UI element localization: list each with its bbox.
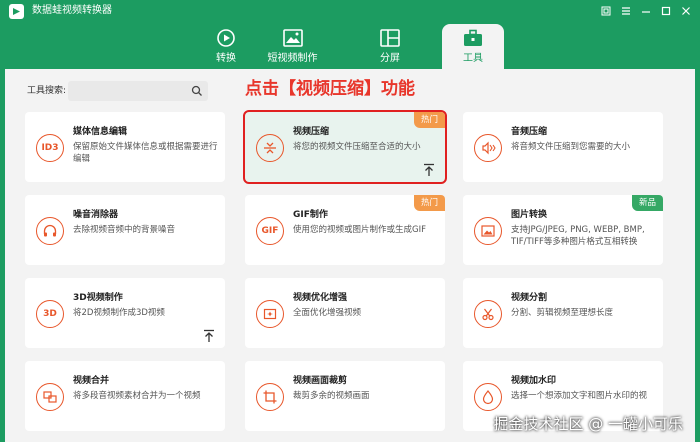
tool-title: 视频分割 [511, 293, 548, 303]
audio-compress-icon [474, 134, 502, 162]
convert-icon [215, 28, 237, 48]
compress-icon [256, 134, 284, 162]
tool-card-video-compress[interactable]: 视频压缩 将您的视频文件压缩至合适的大小 热门 [243, 110, 447, 184]
tool-desc: 将多段音视频素材合并为一个视频 [73, 391, 201, 401]
tool-desc: 保留原始文件媒体信息或根据需要进行编辑 [73, 142, 218, 164]
main-tabs: 转换 短视频制作 分屏 工具 [0, 24, 700, 69]
close-icon[interactable] [678, 3, 694, 19]
tool-desc: 支持JPG/JPEG, PNG, WEBP, BMP, TIF/TIFF等多种图… [511, 225, 645, 247]
tab-toolbox[interactable]: 工具 [442, 24, 504, 69]
tool-desc: 选择一个想添加文字和图片水印的视 [511, 391, 648, 401]
search-label: 工具搜索: [27, 86, 67, 96]
pin-to-top-icon[interactable] [203, 329, 215, 343]
search-box [68, 81, 208, 101]
new-badge: 新品 [631, 195, 663, 211]
tool-card-image-convert[interactable]: 图片转换 支持JPG/JPEG, PNG, WEBP, BMP, TIF/TIF… [463, 195, 663, 265]
tool-card-media-info[interactable]: ID3 媒体信息编辑 保留原始文件媒体信息或根据需要进行编辑 [25, 112, 225, 182]
toolbox-icon [462, 28, 484, 48]
id3-icon: ID3 [36, 134, 64, 162]
tool-title: 噪音消除器 [73, 210, 119, 220]
tool-card-video-crop[interactable]: 视频画面裁剪 裁剪多余的视频画面 [245, 361, 445, 431]
tab-convert[interactable]: 转换 [200, 24, 252, 69]
hot-badge: 热门 [413, 112, 445, 128]
split-screen-icon [379, 28, 401, 48]
tool-card-audio-compress[interactable]: 音频压缩 将音频文件压缩到您需要的大小 [463, 112, 663, 182]
tab-short-video[interactable]: 短视频制作 [255, 24, 330, 69]
search-input[interactable] [72, 83, 182, 99]
title-bar: 数据蛙视频转换器 [0, 0, 700, 22]
tool-card-video-enhance[interactable]: 视频优化增强 全面优化增强视频 [245, 278, 445, 348]
site-watermark: 掘金技术社区 @ 一罐小可乐 [493, 415, 683, 433]
maximize-icon[interactable] [658, 3, 674, 19]
tool-title: 视频画面裁剪 [293, 376, 348, 386]
app-title: 数据蛙视频转换器 [32, 5, 112, 16]
watermark-icon [474, 383, 502, 411]
tool-desc: 将音频文件压缩到您需要的大小 [511, 142, 631, 152]
tool-card-video-split[interactable]: 视频分割 分割、剪辑视频至理想长度 [463, 278, 663, 348]
tool-title: 视频加水印 [511, 376, 557, 386]
image-convert-icon [474, 217, 502, 245]
search-icon[interactable] [191, 85, 203, 97]
minimize-icon[interactable] [638, 3, 654, 19]
tool-title: 视频合并 [73, 376, 110, 386]
short-video-icon [282, 28, 304, 48]
tool-card-gif-maker[interactable]: GIF GIF制作 使用您的视频或图片制作或生成GIF 热门 [245, 195, 445, 265]
headphones-icon [36, 217, 64, 245]
hot-badge: 热门 [413, 195, 445, 211]
tool-card-3d-video[interactable]: 3D 3D视频制作 将2D视频制作成3D视频 [25, 278, 225, 348]
menu-icon[interactable] [618, 3, 634, 19]
tool-desc: 将2D视频制作成3D视频 [73, 308, 165, 318]
tool-title: 视频压缩 [293, 127, 330, 137]
tool-desc: 使用您的视频或图片制作或生成GIF [293, 225, 426, 235]
tool-desc: 裁剪多余的视频画面 [293, 391, 370, 401]
tool-title: GIF制作 [293, 210, 328, 220]
tool-desc: 去除视频音频中的背景噪音 [73, 225, 176, 235]
merge-icon [36, 383, 64, 411]
gif-icon: GIF [256, 217, 284, 245]
crop-icon [256, 383, 284, 411]
tool-title: 3D视频制作 [73, 293, 123, 303]
tool-card-video-merge[interactable]: 视频合并 将多段音视频素材合并为一个视频 [25, 361, 225, 431]
tool-title: 音频压缩 [511, 127, 548, 137]
tools-panel: 工具搜索: 点击【视频压缩】功能 ID3 媒体信息编辑 保留原始文件媒体信息或根… [5, 69, 695, 442]
tool-title: 视频优化增强 [293, 293, 348, 303]
enhance-icon [256, 300, 284, 328]
tool-desc: 分割、剪辑视频至理想长度 [511, 308, 614, 318]
scissors-icon [474, 300, 502, 328]
window-controls [598, 3, 694, 19]
annotation-text: 点击【视频压缩】功能 [245, 79, 415, 99]
restore-icon[interactable] [598, 3, 614, 19]
tool-title: 媒体信息编辑 [73, 127, 128, 137]
app-logo-icon [9, 4, 24, 19]
tool-card-noise-removal[interactable]: 噪音消除器 去除视频音频中的背景噪音 [25, 195, 225, 265]
tab-split-screen[interactable]: 分屏 [362, 24, 418, 69]
pin-to-top-icon[interactable] [423, 163, 435, 177]
3d-icon: 3D [36, 300, 64, 328]
tool-title: 图片转换 [511, 210, 548, 220]
tool-desc: 将您的视频文件压缩至合适的大小 [293, 142, 421, 152]
tool-desc: 全面优化增强视频 [293, 308, 362, 318]
